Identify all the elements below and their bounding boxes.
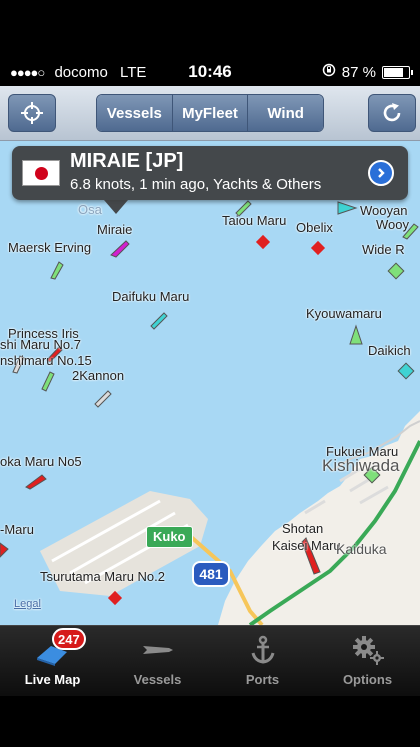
tab-label-vessels: Vessels (133, 672, 182, 687)
vessel-label-miraie: Miraie (97, 222, 133, 237)
route-shield-481: 481 (192, 561, 230, 587)
vessel-label-daikichi: Daikich (368, 343, 411, 358)
vessel-label-wide: Wide R (362, 242, 405, 257)
vessel-label-smaru: -Maru (0, 522, 34, 537)
view-segmented-control: Vessels MyFleet Wind (96, 94, 324, 132)
tab-bar: 247 Live Map Vessels Ports Options (0, 625, 420, 697)
crosshair-icon (21, 102, 43, 124)
place-label-osaka: Osa (78, 202, 102, 217)
vessel-label-taiou: Taiou Maru (222, 213, 287, 228)
locate-button[interactable] (8, 94, 56, 132)
tab-label-ports: Ports (245, 672, 280, 687)
vessel-label-shotan: Shotan (282, 521, 324, 536)
vessel-marker-kyouwamaru[interactable] (346, 324, 366, 348)
chevron-right-icon (378, 168, 385, 178)
vessel-callout[interactable]: MIRAIE [JP] 6.8 knots, 1 min ago, Yachts… (12, 146, 408, 214)
navigation-bar: Vessels MyFleet Wind (0, 86, 420, 141)
vessel-label-shimaru7: shi Maru No.7 (0, 337, 81, 352)
place-label-kaiduka: Kaiduka (336, 541, 387, 557)
vessel-label-wooyang-2: Wooy (376, 217, 409, 232)
vessel-label-nshimaru15: nshimaru No.15 (0, 353, 92, 368)
vessel-marker-daifuku[interactable] (148, 309, 170, 331)
vessel-marker-kannon[interactable] (92, 387, 114, 409)
battery-percent: 87 % (341, 63, 376, 81)
japan-flag-icon (22, 160, 60, 186)
vessel-label-maersk: Maersk Erving (8, 240, 92, 255)
status-bar: ●●●●○ docomo LTE 10:46 87 % (0, 0, 420, 86)
rotation-lock-icon (322, 63, 336, 81)
vessel-label-daifuku: Daifuku Maru (112, 289, 190, 304)
vessel-label-wooyang-1: Wooyan (360, 203, 408, 218)
vessel-marker-maersk[interactable] (46, 259, 68, 281)
bottom-bar (0, 696, 420, 747)
live-map[interactable]: Osa Miraie Maersk Erving Taiou Maru Obel… (0, 141, 420, 625)
vessel-label-kyouwamaru: Kyouwamaru (306, 306, 382, 321)
vessel-label-kannon: 2Kannon (72, 368, 125, 383)
segment-myfleet[interactable]: MyFleet (172, 95, 249, 131)
live-map-badge: 247 (52, 628, 86, 650)
vessel-marker-green-left[interactable] (38, 369, 58, 393)
vessel-marker-cyan-top[interactable] (335, 198, 359, 218)
vessel-marker-oka[interactable] (24, 471, 48, 491)
refresh-button[interactable] (368, 94, 416, 132)
tab-label-live-map: Live Map (24, 672, 81, 687)
tab-options[interactable]: Options (315, 626, 420, 697)
vessel-marker-red-edge[interactable] (0, 539, 10, 559)
place-label-kishiwada: Kishiwada (322, 456, 400, 475)
callout-pointer (104, 200, 128, 214)
tab-live-map[interactable]: 247 Live Map (0, 626, 105, 697)
callout-subtitle: 6.8 knots, 1 min ago, Yachts & Others (70, 176, 322, 193)
status-right: 87 % (322, 63, 413, 81)
refresh-icon (383, 103, 401, 122)
anchor-icon (250, 634, 276, 666)
legal-link[interactable]: Legal (14, 598, 41, 610)
vessel-label-oka: oka Maru No5 (0, 454, 82, 469)
tab-ports[interactable]: Ports (210, 626, 315, 697)
vessel-marker-miraie[interactable] (108, 237, 132, 261)
segment-vessels[interactable]: Vessels (97, 95, 173, 131)
callout-detail-button[interactable] (368, 160, 394, 186)
vessel-label-tsurutama: Tsurutama Maru No.2 (40, 569, 165, 584)
callout-title: MIRAIE [JP] (70, 150, 184, 172)
expressway-sign-kuko: Kuko (146, 526, 193, 548)
gears-icon (351, 634, 385, 666)
vessel-label-kaisei: Kaisei Maru (272, 538, 341, 553)
vessel-icon (141, 634, 175, 666)
tab-label-options: Options (342, 672, 393, 687)
vessel-label-obelix: Obelix (296, 220, 333, 235)
segment-wind[interactable]: Wind (248, 95, 323, 131)
battery-icon (382, 65, 413, 79)
tab-vessels[interactable]: Vessels (105, 626, 210, 697)
